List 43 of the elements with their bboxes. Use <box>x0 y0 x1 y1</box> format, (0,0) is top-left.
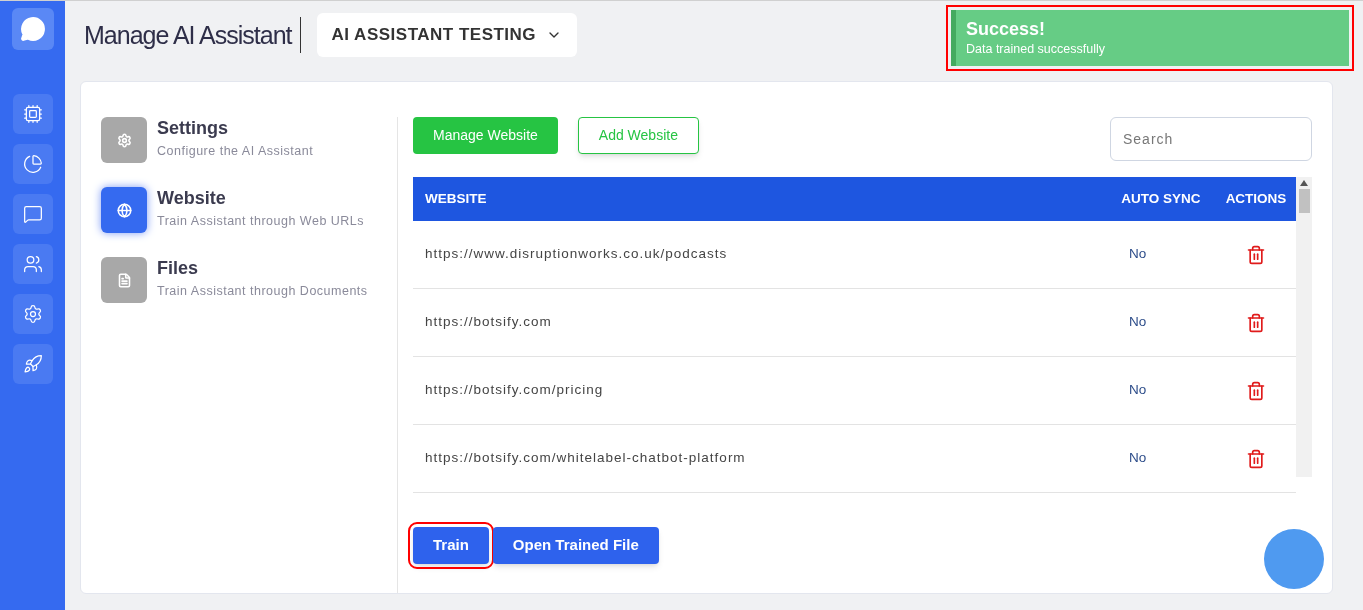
chat-icon[interactable] <box>12 194 53 234</box>
menu-subtitle: Train Assistant through Documents <box>157 283 368 300</box>
column-header: ACTIONS <box>1224 189 1288 208</box>
chip-icon[interactable] <box>12 94 53 134</box>
rocket-icon[interactable] <box>12 344 53 384</box>
document-icon <box>101 257 147 303</box>
website-url: https://botsify.com/whitelabel-chatbot-platform <box>424 449 747 468</box>
assistant-dropdown[interactable]: AI ASSISTANT TESTING <box>316 13 578 57</box>
settings-icon <box>101 117 147 163</box>
website-url: https://botsify.com/pricing <box>424 381 605 400</box>
users-icon[interactable] <box>12 244 53 284</box>
menu-item[interactable]: Settings Configure the AI Assistant <box>101 117 397 163</box>
search-field[interactable]: Search <box>1110 117 1312 161</box>
menu-subtitle: Train Assistant through Web URLs <box>157 213 365 230</box>
globe-icon <box>101 187 147 233</box>
pie-chart-icon[interactable] <box>12 144 53 184</box>
menu-title: Files <box>157 257 200 279</box>
delete-icon[interactable] <box>1246 448 1266 469</box>
scrollbar-thumb[interactable] <box>1298 189 1310 213</box>
website-url: https://botsify.com <box>424 313 553 332</box>
toast-title: Success! <box>966 17 1047 40</box>
menu-item[interactable]: Website Train Assistant through Web URLs <box>101 187 397 233</box>
website-url: https://www.disruptionworks.co.uk/podcasts <box>424 245 729 264</box>
menu-item[interactable]: Files Train Assistant through Documents <box>101 257 397 303</box>
auto-sync-value: No <box>1128 313 1148 332</box>
column-header: WEBSITE <box>424 189 488 208</box>
delete-icon[interactable] <box>1246 312 1266 333</box>
toast-message: Data trained successfully <box>966 40 1106 58</box>
delete-icon[interactable] <box>1246 380 1266 401</box>
auto-sync-value: No <box>1128 381 1148 400</box>
menu-subtitle: Configure the AI Assistant <box>157 143 314 160</box>
menu-title: Settings <box>157 117 229 139</box>
auto-sync-value: No <box>1128 449 1148 468</box>
menu-title: Website <box>157 187 227 209</box>
logo-icon[interactable] <box>11 8 54 50</box>
page-title: Manage AI Assistant <box>84 17 301 53</box>
action-button[interactable]: Open Trained File <box>492 527 659 564</box>
delete-icon[interactable] <box>1246 244 1266 265</box>
scrollbar[interactable] <box>1296 177 1312 477</box>
settings-icon[interactable] <box>12 294 53 334</box>
auto-sync-value: No <box>1128 245 1148 264</box>
scroll-up-icon[interactable] <box>1300 180 1308 186</box>
column-header: AUTO SYNC <box>1120 189 1202 208</box>
